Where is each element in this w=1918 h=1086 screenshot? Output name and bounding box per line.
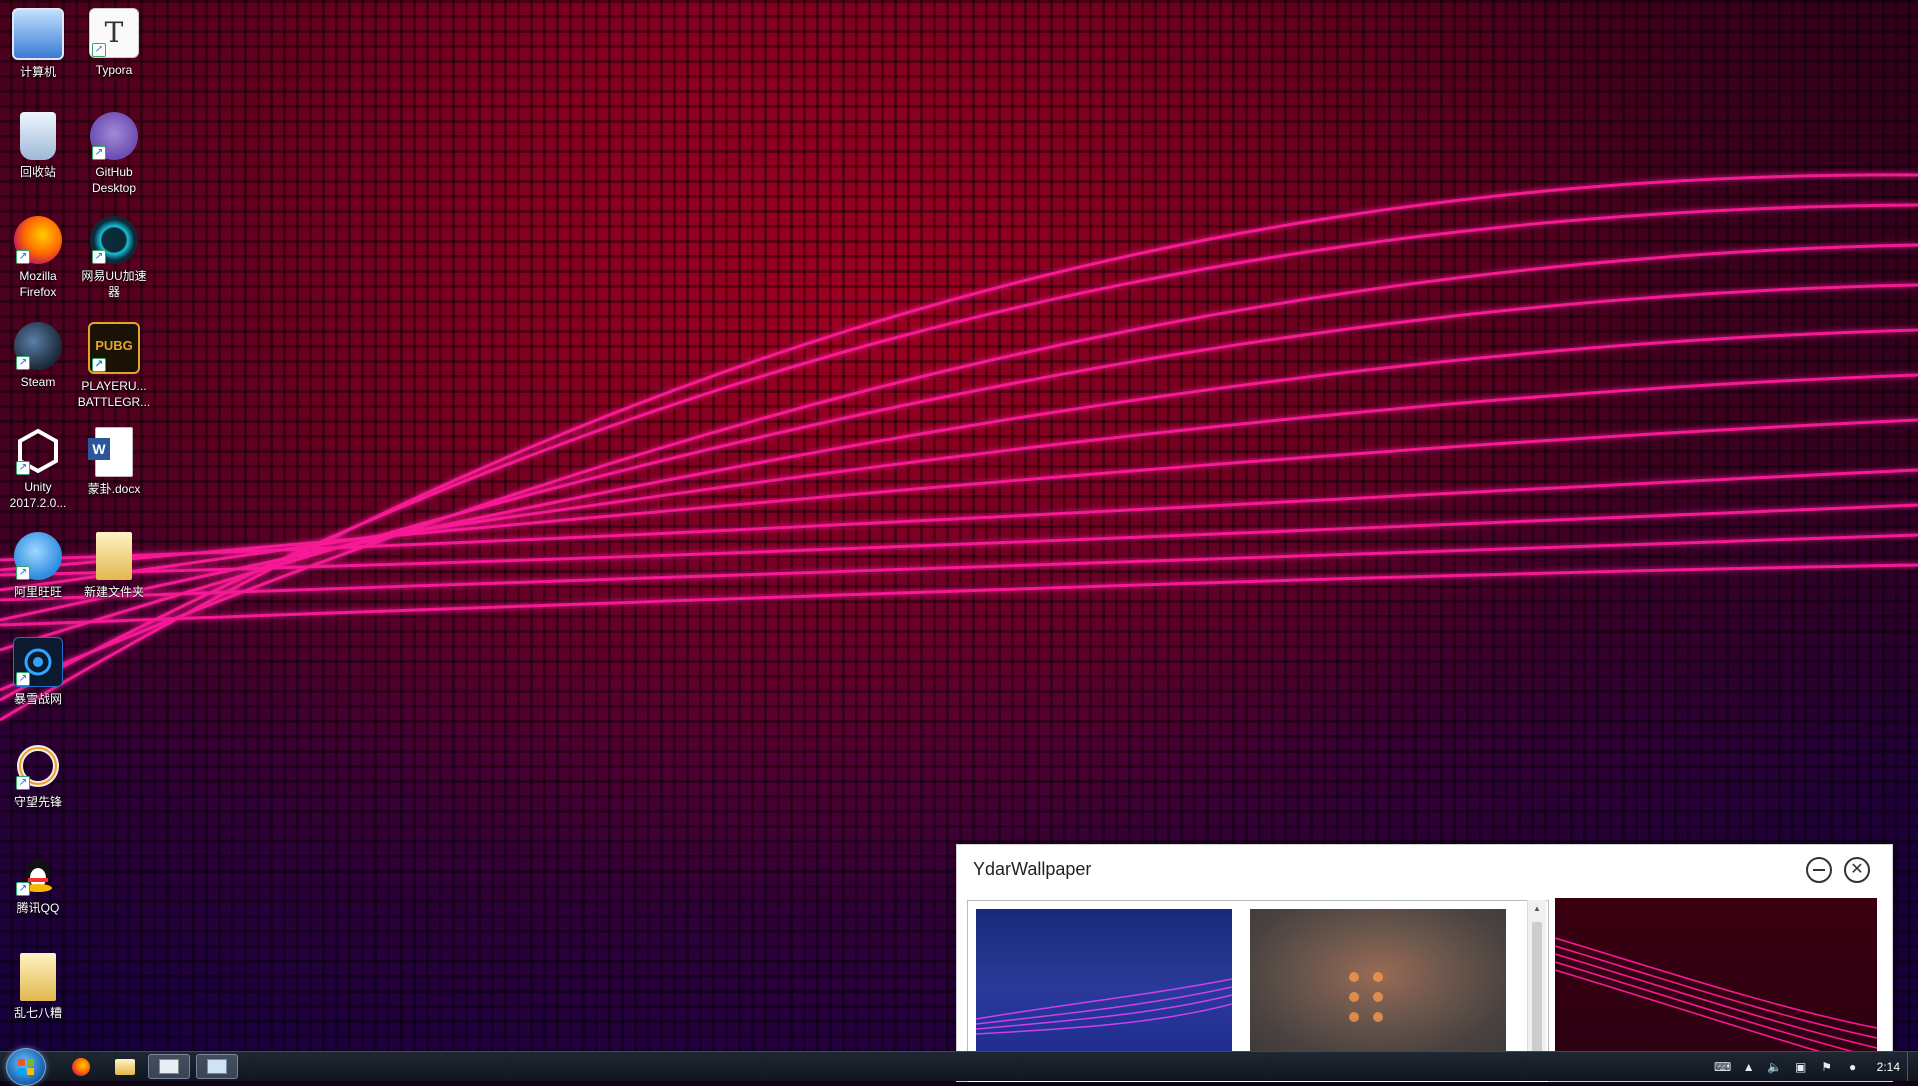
wallpaper-thumbnail-blurred-lights[interactable]: [1250, 909, 1506, 1054]
action-center-flag-icon[interactable]: ⚑: [1819, 1059, 1835, 1075]
volume-icon[interactable]: 🔈: [1767, 1059, 1783, 1075]
desktop-icon-label: 暴雪战网: [13, 692, 62, 706]
desktop-icon-steam[interactable]: ↗ Steam: [0, 322, 76, 390]
desktop-icon-folder-misc[interactable]: 乱七八糟: [0, 953, 76, 1021]
desktop-icon-label: 回收站: [19, 165, 56, 179]
minimize-icon: [1813, 869, 1825, 871]
folder-icon: [96, 532, 132, 580]
desktop-icon-docx[interactable]: W 蒙卦.docx: [76, 427, 152, 497]
close-button[interactable]: ✕: [1844, 857, 1870, 883]
ydarwallpaper-window: YdarWallpaper ✕ ▲: [956, 844, 1893, 1082]
desktop-icon-typora[interactable]: T ↗ Typora: [76, 8, 152, 78]
desktop-icon-label: Typora: [95, 63, 133, 77]
minimize-button[interactable]: [1806, 857, 1832, 883]
desktop-icon-battlenet[interactable]: ↗ 暴雪战网: [0, 637, 76, 707]
shortcut-arrow-icon: ↗: [92, 146, 106, 160]
qq-penguin-icon: ↗: [14, 848, 62, 896]
github-desktop-icon: ↗: [90, 112, 138, 160]
word-document-icon: W: [88, 427, 133, 477]
window-title: YdarWallpaper: [973, 859, 1092, 879]
desktop-icon-label: 新建文件夹: [83, 585, 144, 599]
desktop-icon-label: Steam: [20, 375, 56, 389]
desktop-icon-unity[interactable]: ↗ Unity 2017.2.0...: [0, 427, 76, 511]
pubg-icon: PUBG ↗: [88, 322, 140, 374]
desktop-icon-label: 守望先锋: [13, 795, 62, 809]
aliwangwang-icon: ↗: [14, 532, 62, 580]
shortcut-arrow-icon: ↗: [92, 358, 106, 372]
thumbnail-image: [1349, 972, 1383, 1022]
desktop-icon-label: 腾讯QQ: [16, 901, 60, 915]
desktop-icon-label: 计算机: [19, 65, 56, 79]
taskbar-item-firefox[interactable]: [60, 1054, 102, 1079]
shortcut-arrow-icon: ↗: [16, 672, 30, 686]
desktop-icon-firefox[interactable]: ↗ Mozilla Firefox: [0, 216, 76, 300]
shortcut-arrow-icon: ↗: [16, 882, 30, 896]
taskbar: ⌨ ▲ 🔈 ▣ ⚑ ● 2:14: [0, 1048, 1918, 1086]
show-desktop-button[interactable]: [1907, 1052, 1918, 1081]
windows-start-icon: [18, 1059, 34, 1075]
desktop-icon-label: Unity 2017.2.0...: [9, 480, 67, 510]
uu-accelerator-icon: ↗: [90, 216, 138, 264]
desktop-icon-recycle-bin[interactable]: 回收站: [0, 112, 76, 180]
ydarwallpaper-app-icon: [207, 1059, 227, 1074]
unity-icon: ↗: [14, 427, 62, 475]
shortcut-arrow-icon: ↗: [16, 356, 30, 370]
taskbar-item-file-explorer[interactable]: [104, 1054, 146, 1079]
shortcut-arrow-icon: ↗: [16, 250, 30, 264]
folder-icon: [20, 953, 56, 1001]
shortcut-arrow-icon: ↗: [92, 250, 106, 264]
network-icon[interactable]: ▣: [1793, 1059, 1809, 1075]
keyboard-icon[interactable]: ⌨: [1714, 1059, 1731, 1075]
system-tray: ⌨ ▲ 🔈 ▣ ⚑ ● 2:14: [1714, 1052, 1900, 1081]
thumbnail-image: [975, 978, 1233, 1035]
desktop-icon-github-desktop[interactable]: ↗ GitHub Desktop: [76, 112, 152, 196]
firefox-icon: ↗: [14, 216, 62, 264]
wallpaper-thumbnail-blue-waves[interactable]: [975, 909, 1233, 1054]
desktop-icon-label: GitHub Desktop: [91, 165, 137, 195]
qq-tray-icon[interactable]: ●: [1845, 1059, 1861, 1075]
shortcut-arrow-icon: ↗: [16, 461, 30, 475]
typora-icon: T ↗: [89, 8, 139, 58]
shortcut-arrow-icon: ↗: [16, 566, 30, 580]
scroll-up-icon[interactable]: ▲: [1533, 904, 1541, 913]
scrollbar-thumb[interactable]: [1532, 922, 1542, 1072]
battlenet-icon: ↗: [13, 637, 63, 687]
close-icon: ✕: [1850, 861, 1864, 878]
desktop-icon-uu-accelerator[interactable]: ↗ 网易UU加速 器: [76, 216, 152, 300]
desktop-icon-label: 阿里旺旺: [13, 585, 62, 599]
desktop-icon-qq[interactable]: ↗ 腾讯QQ: [0, 848, 76, 916]
desktop-icon-label: 蒙卦.docx: [87, 482, 141, 496]
desktop-icon-overwatch[interactable]: ↗ 守望先锋: [0, 742, 76, 810]
desktop-icon-label: 网易UU加速 器: [81, 269, 147, 299]
computer-icon: [12, 8, 64, 60]
desktop-icon-pubg[interactable]: PUBG ↗ PLAYERU... BATTLEGR...: [76, 322, 152, 410]
steam-icon: ↗: [14, 322, 62, 370]
desktop-icon-label: PLAYERU... BATTLEGR...: [77, 379, 151, 409]
show-hidden-icons-icon[interactable]: ▲: [1741, 1059, 1757, 1075]
file-explorer-icon: [115, 1058, 135, 1075]
firefox-icon: [72, 1057, 90, 1076]
desktop-icon-label: 乱七八糟: [13, 1006, 62, 1020]
desktop-icon-label: Mozilla Firefox: [19, 269, 57, 299]
desktop-icon-new-folder[interactable]: 新建文件夹: [76, 532, 152, 600]
taskbar-clock[interactable]: 2:14: [1877, 1060, 1900, 1074]
desktop-icon-aliwangwang[interactable]: ↗ 阿里旺旺: [0, 532, 76, 600]
recycle-bin-icon: [20, 112, 56, 160]
start-button[interactable]: [6, 1048, 46, 1086]
taskbar-item-remote-desktop[interactable]: [148, 1054, 190, 1079]
overwatch-icon: ↗: [14, 742, 62, 790]
remote-desktop-icon: [159, 1059, 179, 1074]
shortcut-arrow-icon: ↗: [16, 776, 30, 790]
desktop-icon-computer[interactable]: 计算机: [0, 8, 76, 80]
shortcut-arrow-icon: ↗: [92, 43, 106, 57]
taskbar-item-ydarwallpaper[interactable]: [196, 1054, 238, 1079]
